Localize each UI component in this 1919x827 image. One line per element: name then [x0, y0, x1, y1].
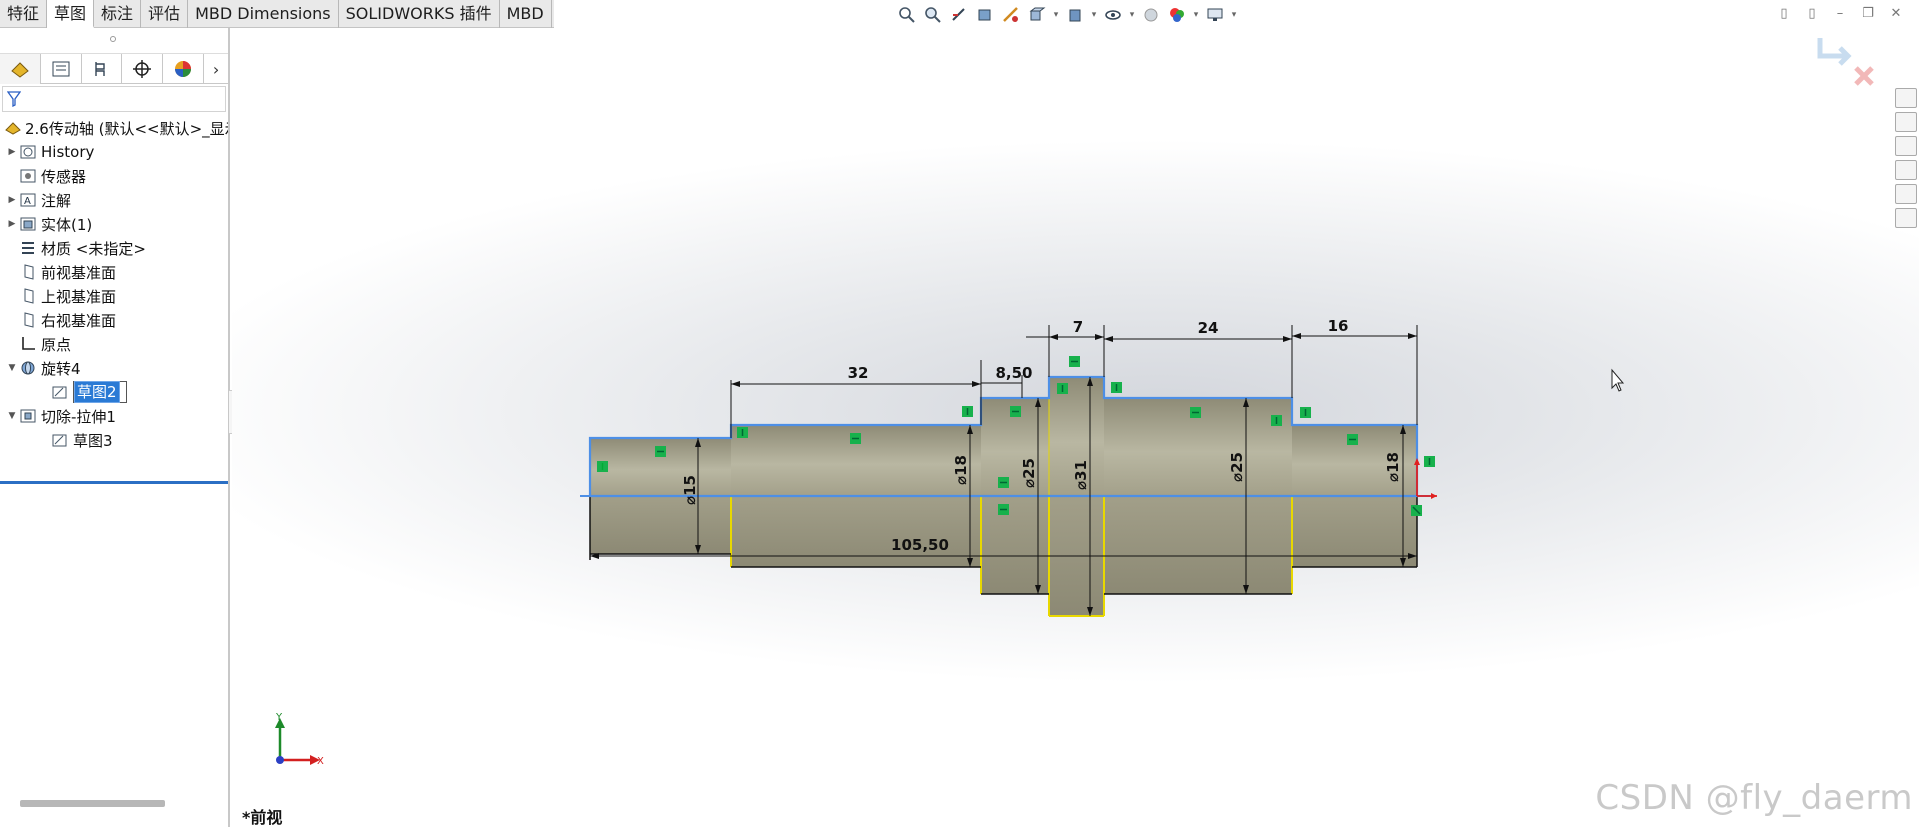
feature-manager-tab-icon[interactable] [0, 54, 41, 84]
plane-icon [18, 263, 38, 281]
apply-scene-icon[interactable] [1165, 4, 1189, 26]
section-view-icon[interactable] [973, 4, 997, 26]
chevron-down-icon[interactable]: ▾ [1229, 10, 1239, 20]
previous-view-icon[interactable] [947, 4, 971, 26]
chevron-down-icon[interactable]: ▾ [1191, 10, 1201, 20]
tab-mbd[interactable]: MBD [500, 0, 552, 28]
tree-item-origin[interactable]: 原点 [0, 332, 228, 356]
zoom-to-area-icon[interactable] [921, 4, 945, 26]
chevron-down-icon[interactable]: ▾ [1051, 10, 1061, 20]
history-icon [18, 143, 38, 161]
tree-item-sketch2[interactable]: 草图2 [0, 380, 228, 404]
appearances-icon[interactable] [1895, 184, 1917, 204]
tab-evaluate[interactable]: 评估 [141, 0, 189, 28]
hide-show-items-icon[interactable] [1101, 4, 1125, 26]
edit-appearance-icon[interactable] [1139, 4, 1163, 26]
tree-item-top-plane[interactable]: 上视基准面 [0, 284, 228, 308]
material-icon [18, 239, 38, 257]
tree-item-annotations[interactable]: ▶ A 注解 [0, 188, 228, 212]
custom-properties-icon[interactable] [1895, 208, 1917, 228]
expand-arrow-icon[interactable]: ▶ [6, 195, 18, 205]
display-manager-tab-icon[interactable] [163, 54, 205, 84]
tree-item-right-plane[interactable]: 右视基准面 [0, 308, 228, 332]
expand-arrow-icon[interactable]: ▶ [6, 147, 18, 157]
tile-left-icon[interactable]: ▯ [1775, 5, 1793, 23]
cut-extrude-icon [18, 407, 38, 425]
restore-icon[interactable]: ❐ [1859, 5, 1877, 23]
horizontal-scrollbar[interactable] [20, 800, 165, 807]
view-palette-icon[interactable] [1895, 160, 1917, 180]
part-name: 2.6传动轴 (默认<<默认>_显示 [25, 119, 228, 138]
cancel-icon[interactable] [1854, 66, 1874, 86]
design-library-icon[interactable] [1895, 112, 1917, 132]
window-controls: ▯ ▯ – ❐ ✕ [1775, 5, 1905, 23]
tile-right-icon[interactable]: ▯ [1803, 5, 1821, 23]
plane-icon [18, 287, 38, 305]
task-pane-tabs [1893, 88, 1919, 228]
tree-item-front-plane[interactable]: 前视基准面 [0, 260, 228, 284]
view-orientation-icon[interactable] [1025, 4, 1049, 26]
plane-icon [18, 311, 38, 329]
tab-features[interactable]: 特征 [0, 0, 48, 28]
tree-root-part[interactable]: 2.6传动轴 (默认<<默认>_显示 [0, 116, 228, 140]
panel-collapse-strip[interactable] [0, 28, 228, 54]
tab-sketch[interactable]: 草图 [47, 0, 95, 28]
dimxpert-manager-tab-icon[interactable] [122, 54, 164, 84]
collapse-arrow-icon[interactable]: ▼ [6, 411, 18, 421]
annotation-icon: A [18, 191, 38, 209]
close-icon[interactable]: ✕ [1887, 5, 1905, 23]
feature-tree: 2.6传动轴 (默认<<默认>_显示 ▶ History 传感器 ▶ A 注解 … [0, 116, 228, 452]
exit-sketch-icon[interactable] [1817, 38, 1852, 66]
property-manager-tab-icon[interactable] [41, 54, 82, 84]
sensor-icon [18, 167, 38, 185]
tree-item-history[interactable]: ▶ History [0, 140, 228, 164]
collapse-arrow-icon[interactable]: ▼ [6, 363, 18, 373]
expand-arrow-icon[interactable]: ▶ [6, 219, 18, 229]
command-manager-tabs: 特征 草图 标注 评估 MBD Dimensions SOLIDWORKS 插件… [0, 0, 554, 28]
home-icon[interactable] [1895, 88, 1917, 108]
manager-tabs: › [0, 54, 228, 84]
chevron-down-icon[interactable]: ▾ [1089, 10, 1099, 20]
sketch2-label-editing[interactable]: 草图2 [74, 381, 120, 403]
tree-item-sensors[interactable]: 传感器 [0, 164, 228, 188]
watermark: CSDN @fly_daerm [1595, 778, 1913, 818]
rename-field[interactable]: 草图2 [73, 381, 127, 403]
heads-up-view-toolbar: ▾ ▾ ▾ ▾ ▾ [895, 3, 1239, 27]
minimize-icon[interactable]: – [1831, 5, 1849, 23]
zoom-to-fit-icon[interactable] [895, 4, 919, 26]
tree-item-solid-bodies[interactable]: ▶ 实体(1) [0, 212, 228, 236]
graphics-area[interactable] [232, 28, 1919, 827]
tree-item-cut-extrude1[interactable]: ▼ 切除-拉伸1 [0, 404, 228, 428]
solid-bodies-icon [18, 215, 38, 233]
view-orientation-label: *前视 [242, 808, 283, 827]
sketch-icon [50, 383, 70, 401]
tree-item-material[interactable]: 材质 <未指定> [0, 236, 228, 260]
tab-mbd-dimensions[interactable]: MBD Dimensions [188, 0, 339, 28]
tab-markup[interactable]: 标注 [94, 0, 142, 28]
display-style-icon[interactable] [1063, 4, 1087, 26]
sketch-icon [50, 431, 70, 449]
origin-icon [18, 335, 38, 353]
feature-manager-panel: › 2.6传动轴 (默认<<默认>_显示 ▶ History 传感器 ▶ A 注… [0, 28, 230, 827]
tree-filter-input[interactable] [2, 86, 226, 112]
confirmation-corner [1817, 38, 1874, 86]
svg-text:A: A [24, 196, 31, 207]
tree-item-revolve4[interactable]: ▼ 旋转4 [0, 356, 228, 380]
dynamic-annotation-icon[interactable] [999, 4, 1023, 26]
tab-solidworks-addins[interactable]: SOLIDWORKS 插件 [339, 0, 500, 28]
filter-icon [7, 91, 21, 107]
tree-item-sketch3[interactable]: 草图3 [0, 428, 228, 452]
revolve-icon [18, 359, 38, 377]
chevron-down-icon[interactable]: ▾ [1127, 10, 1137, 20]
rollback-bar[interactable] [0, 481, 228, 484]
configuration-manager-tab-icon[interactable] [82, 54, 123, 84]
chevron-right-icon[interactable]: › [204, 54, 228, 84]
part-icon [4, 119, 22, 137]
view-settings-icon[interactable] [1203, 4, 1227, 26]
file-explorer-icon[interactable] [1895, 136, 1917, 156]
